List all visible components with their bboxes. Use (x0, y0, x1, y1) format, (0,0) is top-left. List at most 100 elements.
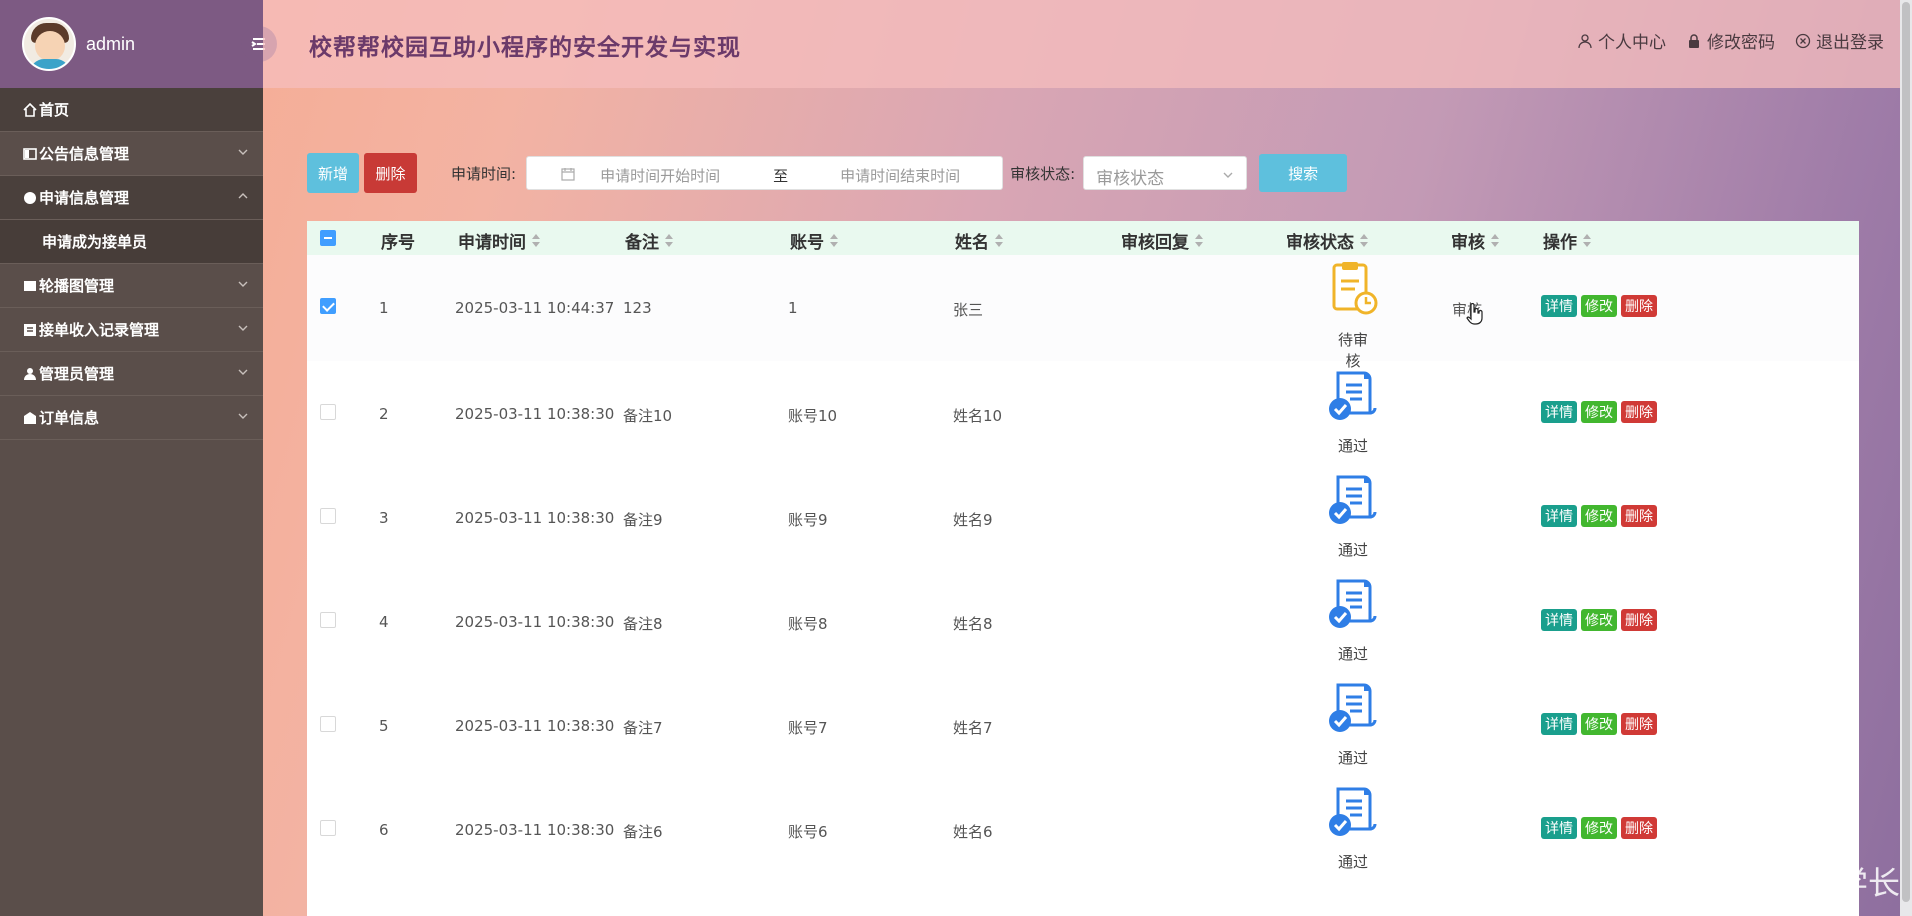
col-remark[interactable]: 备注 (625, 228, 674, 253)
cell-audit-status: 通过 (1337, 853, 1368, 871)
cell-account: 账号8 (788, 615, 828, 633)
col-audit-status[interactable]: 审核状态 (1286, 228, 1369, 253)
sidebar-item-label: 首页 (39, 101, 70, 119)
logout-link[interactable]: 退出登录 (1795, 28, 1884, 53)
cell-apply-time: 2025-03-11 10:38:30 (455, 821, 615, 839)
profile-link[interactable]: 个人中心 (1577, 28, 1666, 53)
search-button[interactable]: 搜索 (1259, 154, 1348, 192)
row-checkbox[interactable] (320, 820, 336, 840)
sort-icon (1583, 233, 1592, 248)
detail-button[interactable]: 详情 (1541, 817, 1577, 839)
cell-no: 5 (379, 717, 389, 735)
cell-audit-status: 通过 (1337, 749, 1368, 767)
sort-icon (1360, 233, 1369, 248)
table-row[interactable]: 2 2025-03-11 10:38:30 备注10 账号10 姓名10 通过 … (307, 361, 1859, 465)
row-checkbox[interactable] (320, 508, 336, 528)
approved-doc-icon (1326, 679, 1380, 735)
watermark: CSDN @计算机程序猿学长 (1510, 864, 1900, 902)
chevron-down-icon (238, 149, 248, 155)
sidebar-item-income[interactable]: 接单收入记录管理 (0, 308, 263, 352)
cell-remark: 123 (623, 299, 652, 317)
edit-button[interactable]: 修改 (1581, 401, 1617, 423)
detail-button[interactable]: 详情 (1541, 505, 1577, 527)
add-button[interactable]: 新增 (307, 153, 359, 193)
data-table: 序号 申请时间 备注 账号 姓名 审核回复 审核状态 审核 操作 1 2025-… (307, 221, 1859, 916)
delete-button[interactable]: 删除 (1621, 713, 1657, 735)
date-range-picker[interactable]: 申请时间开始时间 至 申请时间结束时间 (526, 156, 1004, 190)
row-checkbox[interactable] (320, 404, 336, 424)
chevron-down-icon (238, 281, 248, 287)
detail-button[interactable]: 详情 (1541, 713, 1577, 735)
table-row[interactable]: 4 2025-03-11 10:38:30 备注8 账号8 姓名8 通过 详情 … (307, 569, 1859, 673)
detail-button[interactable]: 详情 (1541, 609, 1577, 631)
cell-name: 姓名6 (953, 823, 993, 841)
edit-button[interactable]: 修改 (1581, 505, 1617, 527)
edit-button[interactable]: 修改 (1581, 713, 1617, 735)
audit-status-select[interactable]: 审核状态 (1083, 156, 1248, 190)
col-no[interactable]: 序号 (381, 228, 415, 253)
detail-button[interactable]: 详情 (1541, 401, 1577, 423)
chevron-down-icon (1223, 172, 1233, 178)
cell-no: 6 (379, 821, 389, 839)
sidebar-item-label: 轮播图管理 (39, 277, 115, 295)
sort-icon (532, 233, 541, 248)
select-all-checkbox[interactable] (320, 230, 336, 246)
row-checkbox[interactable] (320, 298, 336, 318)
cell-remark: 备注9 (623, 511, 663, 529)
avatar[interactable] (22, 17, 76, 71)
notice-icon (22, 146, 37, 161)
user-icon (22, 366, 37, 381)
cell-apply-time: 2025-03-11 10:44:37 (455, 299, 615, 317)
delete-button[interactable]: 删除 (1621, 609, 1657, 631)
cell-remark: 备注7 (623, 719, 663, 737)
col-account[interactable]: 账号 (790, 228, 839, 253)
cell-name: 张三 (953, 301, 984, 319)
cell-no: 2 (379, 405, 389, 423)
col-name[interactable]: 姓名 (955, 228, 1004, 253)
col-actions[interactable]: 操作 (1543, 228, 1592, 253)
approved-doc-icon (1326, 471, 1380, 527)
sidebar-item-apply[interactable]: 申请信息管理 (0, 176, 263, 220)
cell-name: 姓名9 (953, 511, 993, 529)
delete-button[interactable]: 删除 (1621, 817, 1657, 839)
start-date-input[interactable]: 申请时间开始时间 (600, 165, 720, 186)
sidebar-subitem-become-courier[interactable]: 申请成为接单员 (0, 220, 263, 264)
sort-icon (995, 233, 1004, 248)
edit-button[interactable]: 修改 (1581, 609, 1617, 631)
header-actions: 个人中心 修改密码 退出登录 (1577, 28, 1884, 53)
cell-account: 1 (788, 299, 798, 317)
home-icon (22, 102, 37, 117)
logout-label: 退出登录 (1816, 33, 1884, 53)
row-checkbox[interactable] (320, 612, 336, 632)
page-scrollbar[interactable] (1900, 0, 1912, 916)
edit-button[interactable]: 修改 (1581, 295, 1617, 317)
change-password-link[interactable]: 修改密码 (1686, 28, 1775, 53)
col-apply-time[interactable]: 申请时间 (458, 228, 541, 253)
sidebar-item-admin[interactable]: 管理员管理 (0, 352, 263, 396)
cell-account: 账号9 (788, 511, 828, 529)
table-row[interactable]: 1 2025-03-11 10:44:37 123 1 张三 待审核 详情 修改… (307, 255, 1859, 370)
delete-button[interactable]: 删除 (1621, 505, 1657, 527)
cell-no: 1 (379, 299, 389, 317)
delete-button[interactable]: 删除 (1621, 295, 1657, 317)
table-row[interactable]: 3 2025-03-11 10:38:30 备注9 账号9 姓名9 通过 详情 … (307, 465, 1859, 569)
edit-button[interactable]: 修改 (1581, 817, 1617, 839)
row-checkbox[interactable] (320, 716, 336, 736)
cell-audit-status: 通过 (1337, 541, 1368, 559)
row-actions: 详情 修改 删除 (1541, 609, 1657, 631)
delete-button[interactable]: 删除 (1621, 401, 1657, 423)
sidebar-item-carousel[interactable]: 轮播图管理 (0, 264, 263, 308)
approved-doc-icon (1326, 367, 1380, 423)
detail-button[interactable]: 详情 (1541, 295, 1577, 317)
chevron-down-icon (238, 325, 248, 331)
col-audit-reply[interactable]: 审核回复 (1121, 228, 1204, 253)
table-row[interactable]: 5 2025-03-11 10:38:30 备注7 账号7 姓名7 通过 详情 … (307, 673, 1859, 777)
batch-delete-button[interactable]: 删除 (364, 153, 417, 193)
sidebar-item-home[interactable]: 首页 (0, 88, 263, 132)
end-date-input[interactable]: 申请时间结束时间 (840, 165, 960, 186)
scrollbar-thumb[interactable] (1902, 2, 1910, 902)
sidebar-item-orders[interactable]: 订单信息 (0, 396, 263, 440)
user-icon (1578, 33, 1592, 48)
sidebar-item-notice[interactable]: 公告信息管理 (0, 132, 263, 176)
col-audit[interactable]: 审核 (1451, 228, 1500, 253)
